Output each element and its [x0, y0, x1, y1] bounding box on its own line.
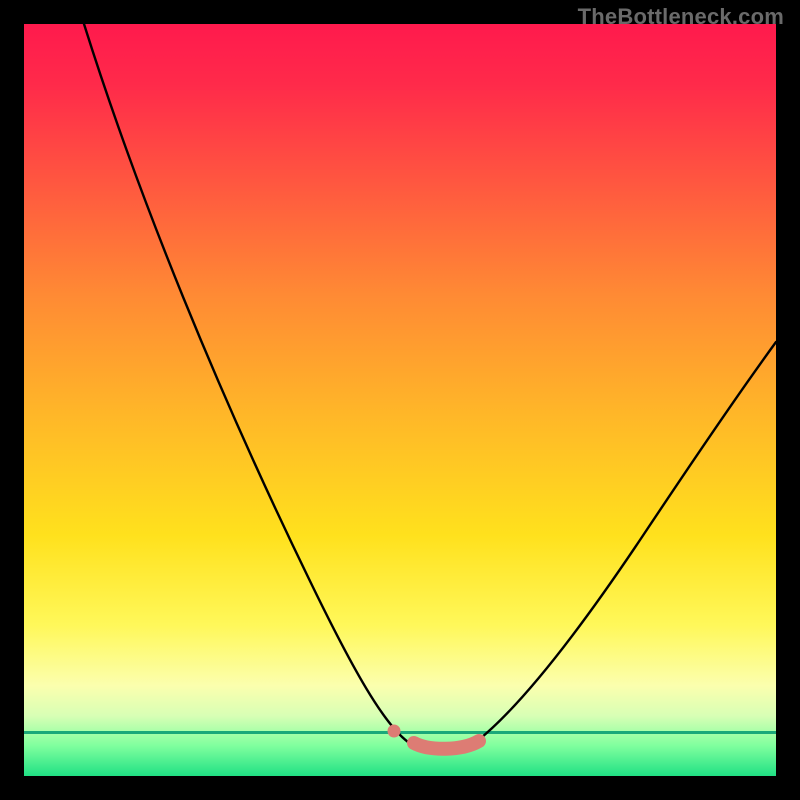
salmon-valley-segment	[414, 741, 479, 749]
curve-left-branch	[84, 24, 408, 742]
watermark-label: TheBottleneck.com	[578, 4, 784, 30]
bottleneck-curve-plot	[24, 24, 776, 776]
chart-frame	[24, 24, 776, 776]
salmon-dot	[388, 725, 401, 738]
curve-right-branch	[476, 342, 776, 742]
